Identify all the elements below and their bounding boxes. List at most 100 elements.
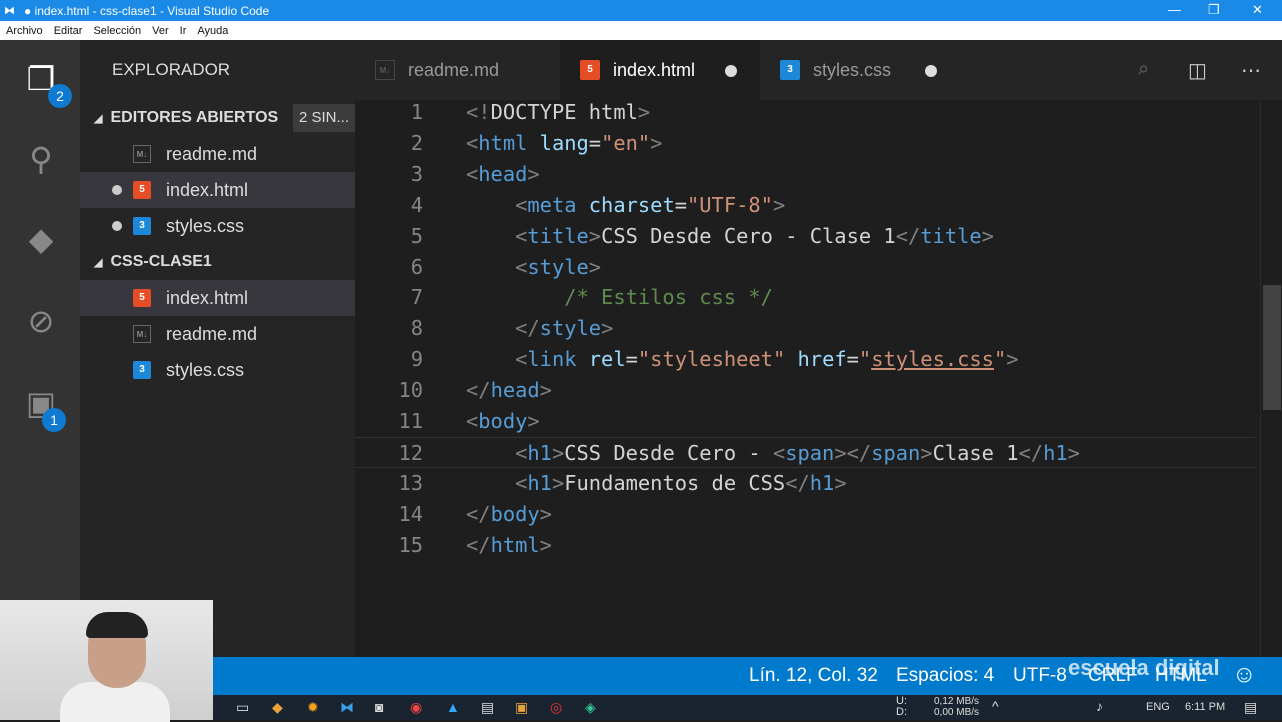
- more-actions-icon[interactable]: ⋯: [1241, 58, 1261, 83]
- unsaved-dot-icon[interactable]: [112, 185, 122, 195]
- debug-icon[interactable]: ⊘: [20, 302, 62, 344]
- line-number: 10: [398, 378, 423, 403]
- unsaved-dot-icon[interactable]: [112, 221, 122, 231]
- code-token: Fundamentos de CSS: [564, 470, 786, 495]
- code-line[interactable]: 3 <head>: [355, 159, 1255, 190]
- watermark-logo: escuela digital: [1068, 655, 1220, 680]
- code-token: href: [797, 347, 847, 372]
- split-editor-icon[interactable]: ◫: [1188, 58, 1207, 83]
- file-item[interactable]: 3 styles.css: [80, 208, 355, 244]
- code-line[interactable]: 2 <html lang="en">: [355, 128, 1255, 159]
- line-number: 7: [410, 285, 423, 310]
- line-number: 14: [398, 501, 423, 526]
- unsaved-dot-icon[interactable]: [725, 65, 737, 77]
- encoding[interactable]: UTF-8: [1013, 665, 1067, 687]
- code-line[interactable]: 9 <link rel="stylesheet" href="styles.cs…: [355, 344, 1255, 375]
- app-icon[interactable]: ◈: [585, 699, 596, 716]
- file-name: readme.md: [166, 324, 258, 344]
- file-item[interactable]: 5 index.html: [80, 280, 355, 316]
- explorer-icon[interactable]: ❐ 2: [20, 60, 72, 108]
- app-icon[interactable]: ✹: [307, 699, 319, 716]
- chevron-up-icon[interactable]: ^: [992, 698, 999, 714]
- notifications-icon[interactable]: ▤: [1244, 699, 1257, 716]
- code-token: html: [490, 532, 540, 557]
- code-token: h1: [1043, 440, 1068, 465]
- code-line[interactable]: 13 <h1>Fundamentos de CSS</h1>: [355, 468, 1255, 499]
- code-line[interactable]: 6 <style>: [355, 252, 1255, 283]
- code-token: </: [785, 470, 810, 495]
- code-line[interactable]: 10 </head>: [355, 375, 1255, 406]
- line-number: 2: [410, 130, 423, 155]
- code-token: </: [1018, 440, 1044, 465]
- code-text: </style>: [466, 313, 613, 344]
- code-line[interactable]: 5 <title>CSS Desde Cero - Clase 1</title…: [355, 221, 1255, 252]
- file-item[interactable]: M↓ readme.md: [80, 316, 355, 352]
- code-token: <: [515, 254, 528, 279]
- file-item[interactable]: 3 styles.css: [80, 352, 355, 388]
- clock[interactable]: 6:11 PM: [1185, 701, 1225, 713]
- bridge-icon[interactable]: ▣: [515, 699, 528, 716]
- webcam-overlay: [0, 600, 213, 722]
- scrollbar-thumb[interactable]: [1263, 285, 1281, 410]
- open-preview-icon[interactable]: ⌕: [1138, 58, 1149, 81]
- cursor-position[interactable]: Lín. 12, Col. 32: [749, 665, 878, 687]
- editor-scrollbar[interactable]: [1260, 100, 1282, 657]
- code-line[interactable]: 15 </html>: [355, 530, 1255, 561]
- record-icon[interactable]: ◎: [550, 699, 562, 716]
- app-icon[interactable]: ◆: [272, 699, 283, 716]
- code-editor[interactable]: 1 <!DOCTYPE html> 2 <html lang="en"> 3 <head>…: [355, 100, 1255, 657]
- app-icon[interactable]: ▲: [446, 699, 460, 715]
- feedback-icon[interactable]: ☺: [1232, 661, 1257, 689]
- menu-ir[interactable]: Ir: [180, 25, 187, 37]
- git-icon[interactable]: ◆: [20, 220, 62, 262]
- close-button[interactable]: ✕: [1252, 2, 1263, 18]
- extensions-icon[interactable]: ▣ 1: [20, 384, 66, 432]
- app-icon[interactable]: ▤: [481, 699, 494, 716]
- code-line[interactable]: 1 <!DOCTYPE html>: [355, 97, 1255, 128]
- menu-archivo[interactable]: Archivo: [6, 25, 43, 37]
- indentation[interactable]: Espacios: 4: [896, 665, 994, 687]
- net-down: 0,00 MB/s: [934, 707, 980, 718]
- vscode-taskbar-icon[interactable]: ⧓: [340, 699, 354, 716]
- input-language[interactable]: ENG: [1146, 701, 1170, 713]
- presenter-body: [60, 682, 170, 722]
- menu-seleccion[interactable]: Selección: [93, 25, 141, 37]
- code-token: head: [478, 161, 528, 186]
- code-token: style: [539, 316, 602, 341]
- code-line[interactable]: 12 <h1>CSS Desde Cero - <span></span>Cla…: [355, 436, 1255, 468]
- file-name: styles.css: [166, 216, 245, 236]
- unsaved-dot-icon[interactable]: [925, 65, 937, 77]
- code-token: <: [466, 409, 479, 433]
- folder-header[interactable]: ◢ CSS-CLASE1: [80, 244, 355, 280]
- code-token: =: [625, 347, 638, 372]
- code-line[interactable]: 7 /* Estilos css */: [355, 282, 1255, 313]
- search-icon[interactable]: ⚲: [20, 140, 62, 182]
- chrome-icon[interactable]: ◉: [410, 699, 422, 716]
- code-text: <title>CSS Desde Cero - Clase 1</title>: [466, 221, 994, 252]
- taskview-icon[interactable]: ▭: [236, 699, 249, 716]
- camera-icon[interactable]: ◙: [375, 699, 383, 715]
- explorer-badge: 2: [48, 84, 72, 108]
- file-item[interactable]: M↓ readme.md: [80, 136, 355, 172]
- code-line[interactable]: 8 </style>: [355, 313, 1255, 344]
- tab-index-html[interactable]: 5 index.html: [560, 40, 760, 100]
- vscode-logo-icon: ⧓: [4, 5, 15, 17]
- file-item[interactable]: 5 index.html: [80, 172, 355, 208]
- tab-styles-css[interactable]: 3 styles.css: [760, 40, 960, 100]
- code-token: style: [527, 254, 589, 279]
- code-token: >: [981, 223, 994, 248]
- open-editors-header[interactable]: ◢ EDITORES ABIERTOS 2 SIN...: [80, 100, 355, 136]
- tab-readme-md[interactable]: M↓ readme.md: [355, 40, 560, 100]
- menu-ayuda[interactable]: Ayuda: [197, 25, 228, 37]
- code-line[interactable]: 14 </body>: [355, 499, 1255, 530]
- menu-editar[interactable]: Editar: [54, 25, 83, 37]
- menu-ver[interactable]: Ver: [152, 25, 169, 37]
- minimize-button[interactable]: —: [1168, 2, 1181, 17]
- maximize-button[interactable]: ❐: [1208, 2, 1220, 18]
- code-token: title: [527, 223, 589, 248]
- code-line[interactable]: 11 <body>: [355, 406, 1255, 437]
- code-line[interactable]: 4 <meta charset="UTF-8">: [355, 190, 1255, 221]
- volume-icon[interactable]: ♪: [1096, 698, 1103, 714]
